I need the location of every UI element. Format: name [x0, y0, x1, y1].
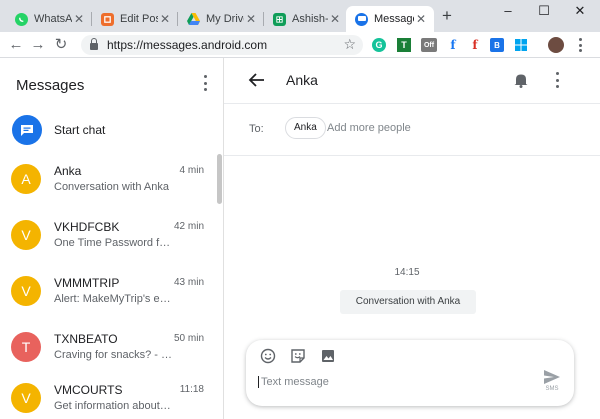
tab-title: Edit Post: [120, 13, 158, 25]
blogger-icon: [101, 12, 114, 26]
browser-tab-edit-post[interactable]: Edit Post ✕: [92, 6, 178, 32]
conversation-time: 11:18: [179, 384, 204, 395]
reload-icon[interactable]: ↻: [51, 35, 71, 55]
tab-title: WhatsApp: [34, 13, 72, 25]
message-timestamp: 14:15: [394, 267, 420, 278]
avatar: T: [11, 332, 41, 362]
send-icon: [544, 370, 560, 384]
sidebar-scrollbar[interactable]: [217, 154, 222, 204]
back-arrow-icon[interactable]: ←: [6, 35, 26, 55]
browser-tab-messages[interactable]: Message ✕: [346, 6, 434, 32]
sidebar-menu-icon[interactable]: [202, 75, 208, 91]
new-tab-button[interactable]: +: [439, 7, 455, 24]
conversation-item-vkhdfcbk[interactable]: V VKHDFCBK One Time Password for ... 42 …: [0, 210, 216, 266]
conversation-snippet: Get information about y...: [54, 400, 172, 412]
conversation-header: Anka: [224, 58, 600, 104]
browser-tab-sheets[interactable]: Ashish-Fr ✕: [264, 6, 348, 32]
conversation-snippet: Alert: MakeMyTrip's em...: [54, 293, 172, 305]
google-drive-icon: [187, 13, 200, 26]
browser-tab-strip: WhatsApp ✕ Edit Post ✕ My Drive ✕ Ashish…: [0, 0, 600, 32]
conversation-snippet: Craving for snacks? - Ch...: [54, 349, 172, 361]
avatar: V: [11, 220, 41, 250]
lock-icon: [90, 38, 98, 50]
close-tab-icon[interactable]: ✕: [158, 12, 172, 26]
conversation-menu-icon[interactable]: [554, 72, 560, 88]
address-bar[interactable]: https://messages.android.com ☆: [81, 35, 363, 55]
toggl-extension-icon[interactable]: T: [397, 38, 411, 52]
grammarly-extension-icon[interactable]: G: [372, 38, 386, 52]
tab-title: Ashish-Fr: [292, 13, 328, 25]
notifications-bell-icon[interactable]: [514, 72, 528, 88]
browser-tab-my-drive[interactable]: My Drive ✕: [178, 6, 264, 32]
browser-toolbar: ← → ↻ https://messages.android.com ☆ G T…: [0, 32, 600, 58]
address-bar-url: https://messages.android.com: [107, 38, 268, 52]
sidebar-title: Messages: [16, 77, 85, 94]
start-chat-button[interactable]: Start chat: [0, 110, 223, 154]
close-window-button[interactable]: ✕: [569, 2, 591, 20]
conversation-list-sidebar: Messages Start chat A Anka Conversation …: [0, 58, 224, 419]
conversation-name: TXNBEATO: [54, 332, 118, 346]
extension-badge: Off: [423, 41, 435, 49]
extension-off-icon[interactable]: Off: [421, 38, 437, 52]
conversation-pane: Anka To: Anka Add more people 14:15 Conv…: [224, 58, 600, 419]
conversation-name: VMMMTRIP: [54, 276, 120, 290]
facebook-extension-icon[interactable]: f: [446, 38, 460, 52]
conversation-time: 4 min: [179, 165, 204, 176]
forward-arrow-icon[interactable]: →: [28, 35, 48, 55]
browser-tab-whatsapp[interactable]: WhatsApp ✕: [6, 6, 92, 32]
bookmark-star-icon[interactable]: ☆: [343, 36, 356, 53]
minimize-window-button[interactable]: –: [497, 2, 519, 20]
start-chat-icon: [12, 115, 42, 145]
image-gallery-icon[interactable]: [320, 348, 336, 364]
conversation-time: 43 min: [173, 277, 204, 288]
google-sheets-icon: [273, 12, 286, 26]
facebook-red-extension-icon[interactable]: f: [468, 38, 482, 52]
start-chat-label: Start chat: [54, 123, 106, 137]
system-message-bubble: Conversation with Anka: [340, 290, 476, 314]
messages-app: Messages Start chat A Anka Conversation …: [0, 58, 600, 419]
messages-icon: [355, 12, 368, 26]
back-arrow-icon[interactable]: [248, 71, 266, 89]
windows-extension-icon[interactable]: [514, 38, 528, 52]
conversation-item-txnbeato[interactable]: T TXNBEATO Craving for snacks? - Ch... 5…: [0, 322, 216, 378]
recipient-chip[interactable]: Anka: [285, 117, 326, 139]
message-input[interactable]: [258, 376, 528, 388]
avatar: V: [11, 276, 41, 306]
conversation-time: 50 min: [173, 333, 204, 344]
avatar: A: [11, 164, 41, 194]
conversation-item-vmmmtrip[interactable]: V VMMMTRIP Alert: MakeMyTrip's em... 43 …: [0, 266, 216, 322]
conversation-item-vmcourts[interactable]: V VMCOURTS Get information about y... 11…: [0, 373, 216, 419]
bitly-extension-icon[interactable]: B: [490, 38, 504, 52]
whatsapp-icon: [15, 12, 28, 26]
close-tab-icon[interactable]: ✕: [414, 12, 428, 26]
conversation-title: Anka: [286, 72, 318, 88]
tab-title: My Drive: [206, 13, 244, 25]
browser-menu-icon[interactable]: [577, 38, 583, 52]
avatar: V: [11, 383, 41, 413]
conversation-snippet: Conversation with Anka: [54, 181, 169, 193]
close-tab-icon[interactable]: ✕: [244, 12, 258, 26]
conversation-time: 42 min: [173, 221, 204, 232]
conversation-item-anka[interactable]: A Anka Conversation with Anka 4 min: [0, 154, 216, 210]
conversation-name: VMCOURTS: [54, 383, 123, 397]
profile-avatar[interactable]: [548, 37, 564, 53]
sticker-icon[interactable]: [290, 348, 306, 364]
maximize-window-button[interactable]: ☐: [533, 2, 555, 20]
send-sms-label: SMS: [545, 386, 559, 392]
tab-title: Message: [374, 13, 414, 25]
conversation-snippet: One Time Password for ...: [54, 237, 172, 249]
close-tab-icon[interactable]: ✕: [328, 12, 342, 26]
send-sms-button[interactable]: SMS: [540, 370, 564, 396]
conversation-name: Anka: [54, 164, 82, 178]
conversation-name: VKHDFCBK: [54, 220, 120, 234]
message-composer: SMS: [246, 340, 574, 406]
emoji-icon[interactable]: [260, 348, 276, 364]
to-label: To:: [249, 123, 264, 135]
close-tab-icon[interactable]: ✕: [72, 12, 86, 26]
add-people-field[interactable]: Add more people: [327, 122, 411, 134]
recipient-row: To: Anka Add more people: [224, 104, 600, 156]
